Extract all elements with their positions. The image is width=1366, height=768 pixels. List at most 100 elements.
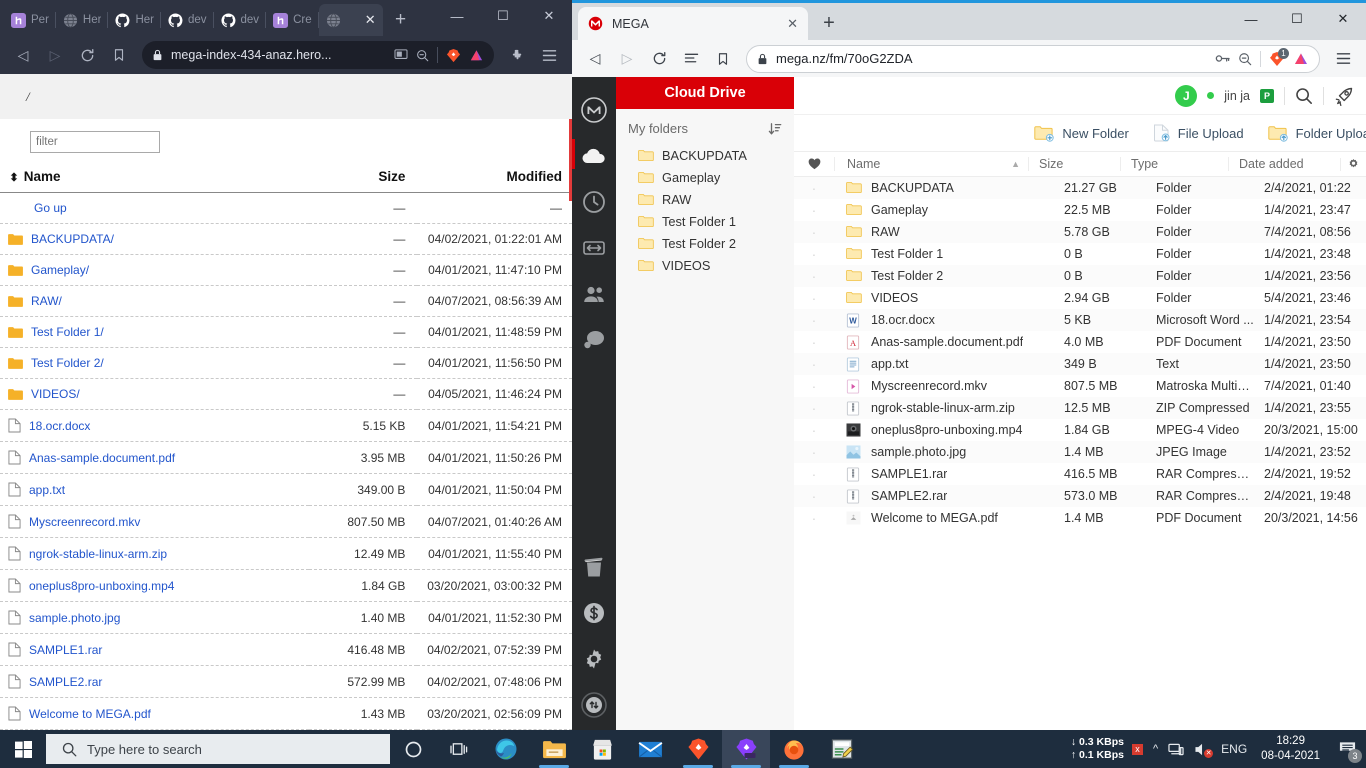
column-settings-gear-icon[interactable] [1340,158,1366,171]
row-name[interactable]: RAW/ [31,294,62,308]
row-favourite-dot[interactable]: · [794,356,834,372]
row-name[interactable]: Anas-sample.document.pdf [871,335,1023,349]
forward-button[interactable]: ▷ [612,44,642,74]
transfer-status-icon[interactable] [579,690,609,720]
row-name[interactable]: oneplus8pro-unboxing.mp4 [29,579,174,593]
taskbar-app-brave-nightly[interactable] [722,730,770,768]
row-name[interactable]: SAMPLE2.rar [871,489,947,503]
reading-list-icon[interactable] [676,44,706,74]
row-name[interactable]: Myscreenrecord.mkv [871,379,987,393]
column-header-name[interactable]: Name ▲ [834,157,1028,171]
row-favourite-dot[interactable]: · [794,488,834,504]
row-name[interactable]: SAMPLE2.rar [29,675,102,689]
hamburger-icon[interactable] [534,40,564,70]
chat-icon[interactable] [579,325,609,355]
table-row[interactable]: Go up — — [0,193,572,224]
row-favourite-dot[interactable]: · [794,268,834,284]
row-favourite-dot[interactable]: · [794,444,834,460]
new-folder-button[interactable]: New Folder [1034,125,1128,142]
row-favourite-dot[interactable]: · [794,510,834,526]
folder-upload-button[interactable]: Folder Uploa [1268,125,1366,142]
task-view-icon[interactable] [436,730,482,768]
row-name[interactable]: app.txt [29,483,65,497]
bookmark-icon[interactable] [708,44,738,74]
table-row[interactable]: · sample.photo.jpg 1.4 MB JPEG Image 1/4… [794,441,1366,463]
row-favourite-dot[interactable]: · [794,378,834,394]
row-name[interactable]: BACKUPDATA/ [31,232,114,246]
row-favourite-dot[interactable]: · [794,422,834,438]
sidebar-folder-test-folder-2[interactable]: Test Folder 2 [616,232,794,254]
row-name[interactable]: Welcome to MEGA.pdf [871,511,998,525]
taskbar-app-brave[interactable] [674,730,722,768]
browser-tab-2[interactable]: Her [56,4,109,36]
row-name[interactable]: VIDEOS/ [31,387,80,401]
row-favourite-dot[interactable]: · [794,202,834,218]
browser-tab-3[interactable]: Her [108,4,161,36]
table-row[interactable]: Myscreenrecord.mkv 807.50 MB 04/07/2021,… [0,506,572,538]
cast-icon[interactable] [394,49,408,61]
table-row[interactable]: RAW/ — 04/07/2021, 08:56:39 AM [0,286,572,317]
row-name[interactable]: app.txt [871,357,909,371]
network-speed-indicator[interactable]: ↓ 0.3 KBps ↑ 0.1 KBps [1071,736,1132,762]
table-row[interactable]: · oneplus8pro-unboxing.mp4 1.84 GB MPEG-… [794,419,1366,441]
table-row[interactable]: VIDEOS/ — 04/05/2021, 11:46:24 PM [0,379,572,410]
taskbar-app-notepad[interactable] [818,730,866,768]
brave-lion-icon[interactable]: 1 [1269,51,1285,67]
column-header-modified[interactable]: Modified [417,163,572,193]
row-name[interactable]: Welcome to MEGA.pdf [29,707,151,721]
table-row[interactable]: · Test Folder 2 0 B Folder 1/4/2021, 23:… [794,265,1366,287]
sort-toggle-icon[interactable]: ⬍ [8,171,20,184]
close-icon[interactable]: ✕ [787,16,798,32]
network-icon[interactable] [1168,742,1184,757]
taskbar-app-microsoft-store[interactable] [578,730,626,768]
table-row[interactable]: · Welcome to MEGA.pdf 1.4 MB PDF Documen… [794,507,1366,529]
table-row[interactable]: · Myscreenrecord.mkv 807.5 MB Matroska M… [794,375,1366,397]
row-name[interactable]: Gameplay/ [31,263,89,277]
sidebar-folder-raw[interactable]: RAW [616,188,794,210]
row-favourite-dot[interactable]: · [794,400,834,416]
row-name[interactable]: sample.photo.jpg [29,611,120,625]
sidebar-folder-backupdata[interactable]: BACKUPDATA [616,144,794,166]
table-row[interactable]: SAMPLE1.rar 416.48 MB 04/02/2021, 07:52:… [0,634,572,666]
reload-button[interactable] [72,40,102,70]
row-favourite-dot[interactable]: · [794,334,834,350]
table-row[interactable]: · app.txt 349 B Text 1/4/2021, 23:50 [794,353,1366,375]
filter-input[interactable] [30,131,160,153]
table-row[interactable]: · SAMPLE2.rar 573.0 MB RAR Compressed 2/… [794,485,1366,507]
taskbar-app-firefox[interactable] [770,730,818,768]
search-icon[interactable] [1295,87,1313,105]
row-name[interactable]: 18.ocr.docx [871,313,935,327]
cloud-drive-icon[interactable] [579,141,609,171]
file-upload-button[interactable]: File Upload [1153,124,1244,142]
row-name[interactable]: 18.ocr.docx [29,419,90,433]
close-button[interactable]: ✕ [1320,3,1366,35]
row-name[interactable]: RAW [871,225,900,239]
table-row[interactable]: · RAW 5.78 GB Folder 7/4/2021, 08:56 [794,221,1366,243]
taskbar-search-box[interactable]: Type here to search [46,734,390,764]
volume-muted-icon[interactable]: ✕ [1194,742,1211,757]
table-row[interactable]: oneplus8pro-unboxing.mp4 1.84 GB 03/20/2… [0,570,572,602]
close-icon[interactable]: ✕ [365,12,376,28]
table-row[interactable]: ngrok-stable-linux-arm.zip 12.49 MB 04/0… [0,538,572,570]
recents-clock-icon[interactable] [579,187,609,217]
action-center-icon[interactable]: 3 [1328,730,1366,768]
favourite-heart-icon[interactable] [794,158,834,170]
row-name[interactable]: VIDEOS [871,291,918,305]
close-button[interactable]: ✕ [526,0,572,32]
row-favourite-dot[interactable]: · [794,246,834,262]
transfers-arrows-icon[interactable] [579,233,609,263]
puzzle-icon[interactable] [502,40,532,70]
table-row[interactable]: · SAMPLE1.rar 416.5 MB RAR Compressed 2/… [794,463,1366,485]
table-row[interactable]: sample.photo.jpg 1.40 MB 04/01/2021, 11:… [0,602,572,634]
new-tab-button[interactable]: + [814,8,844,38]
clock[interactable]: 18:29 08-04-2021 [1253,734,1328,764]
row-name[interactable]: Myscreenrecord.mkv [29,515,140,529]
row-name[interactable]: Test Folder 2/ [31,356,104,370]
brave-triangle-icon[interactable] [1293,51,1309,67]
zoom-out-icon[interactable] [1238,52,1252,66]
address-bar[interactable]: mega.nz/fm/70oG2ZDA 1 [746,45,1320,73]
reload-button[interactable] [644,44,674,74]
browser-tab-1[interactable]: Per [4,4,56,36]
forward-button[interactable]: ▷ [40,40,70,70]
row-name[interactable]: Gameplay [871,203,928,217]
